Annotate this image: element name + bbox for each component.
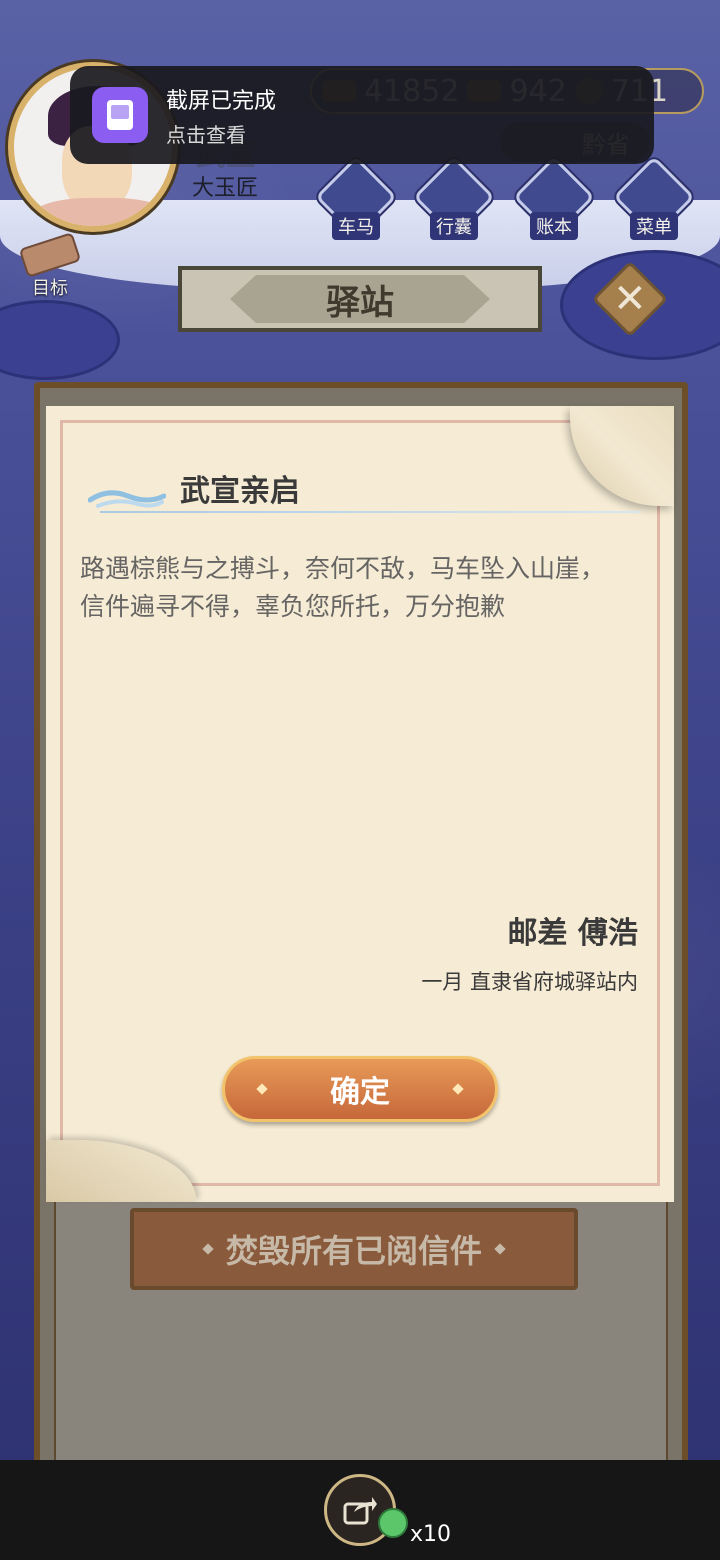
close-icon: ✕: [613, 275, 647, 322]
goal-button[interactable]: 目标: [12, 232, 88, 300]
letter-title: 武宣亲启: [180, 474, 300, 509]
cloud-ribbon-icon: [88, 490, 166, 508]
ledger-button[interactable]: 账本: [512, 155, 596, 244]
confirm-button[interactable]: 确定: [222, 1056, 498, 1122]
letter-signature: 邮差 傅浩: [507, 916, 638, 951]
toast-title: 截屏已完成: [166, 88, 277, 114]
jade-coin-icon: [378, 1508, 408, 1538]
cart-button[interactable]: 车马: [314, 155, 398, 244]
title-divider: [100, 511, 640, 513]
banner-title: 驿站: [230, 275, 490, 323]
letter-body: 路遇棕熊与之搏斗，奈何不敌，马车坠入山崖， 信件遍寻不得，辜负您所托，万分抱歉: [80, 554, 606, 621]
share-reward-count: x10: [410, 1522, 452, 1547]
burn-read-letters-button[interactable]: 焚毁所有已阅信件: [130, 1208, 578, 1290]
share-icon: [343, 1497, 377, 1525]
letter-date-place: 一月 直隶省府城驿站内: [421, 970, 638, 994]
bag-button[interactable]: 行囊: [412, 155, 496, 244]
post-station-banner: 驿站: [178, 266, 542, 332]
toast-subtitle: 点击查看: [166, 122, 246, 147]
screenshot-icon: [92, 87, 148, 143]
screenshot-toast[interactable]: 截屏已完成 点击查看: [70, 66, 654, 164]
menu-button[interactable]: 菜单: [612, 155, 696, 244]
player-title: 大玉匠: [192, 176, 259, 201]
